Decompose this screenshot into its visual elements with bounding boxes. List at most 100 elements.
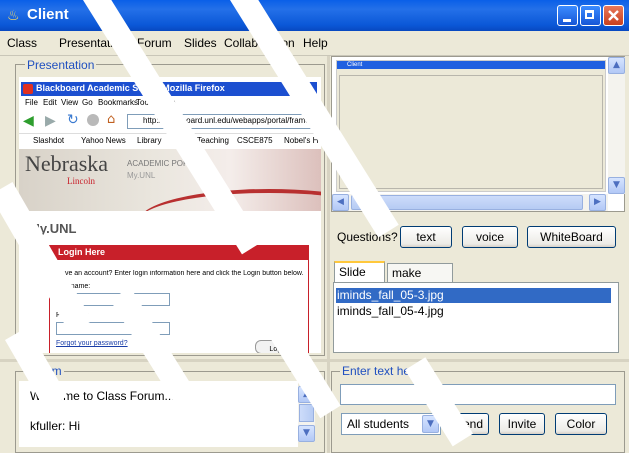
portal-subtitle: My.UNL xyxy=(127,171,156,180)
portal-logo: Nebraska xyxy=(25,151,109,176)
bookmark-item: CSCE875 xyxy=(237,136,273,145)
tab-slide-list[interactable]: Slide list xyxy=(334,261,385,297)
back-icon: ◀ xyxy=(23,113,34,129)
menu-slides[interactable]: Slides xyxy=(184,36,217,50)
bookmark-item: Slashdot xyxy=(33,136,65,145)
color-button[interactable]: Color xyxy=(555,413,607,435)
menu-collaboration[interactable]: Collaboration xyxy=(224,36,295,50)
forgot-password-link: Forgot your password? xyxy=(56,340,128,347)
browser-title-bar: Blackboard Academic Suite - Mozilla Fire… xyxy=(21,82,317,96)
close-icon xyxy=(608,10,619,21)
forum-messages: Welcome to Class Forum... kfuller: Hi xyxy=(19,381,298,447)
forward-icon: ▶ xyxy=(45,113,56,129)
forum-message: kfuller: Hi xyxy=(30,419,81,433)
close-button[interactable] xyxy=(603,5,624,26)
scroll-up-button[interactable]: ▲ xyxy=(298,386,315,403)
preview-vertical-scrollbar[interactable]: ▲ ▼ xyxy=(608,57,625,194)
browser-menu-item: View xyxy=(61,98,79,107)
login-box: Login Here Have an account? Enter login … xyxy=(49,245,309,353)
preview-panel: Client ▲ ▼ ◀ ▶ xyxy=(331,56,625,212)
login-header: Login Here xyxy=(50,246,308,260)
vertical-divider[interactable] xyxy=(327,56,330,453)
bookmark-item: Yahoo News xyxy=(81,136,126,145)
password-field xyxy=(56,322,170,335)
browser-menu-item: Bookmarks xyxy=(98,98,139,107)
username-field xyxy=(56,293,170,306)
questions-label: Questions? xyxy=(337,230,398,244)
login-button-label: Login xyxy=(269,346,287,353)
maximize-icon xyxy=(585,10,594,19)
home-icon: ⌂ xyxy=(107,112,116,127)
portal-title: ACADEMIC PORTAL xyxy=(127,159,203,168)
horizontal-divider[interactable] xyxy=(0,359,629,362)
preview-title: Client xyxy=(347,62,363,68)
browser-icon xyxy=(23,84,33,94)
browser-menu-item: Tools xyxy=(136,98,155,107)
username-label: Username: xyxy=(56,283,91,290)
scroll-up-button[interactable]: ▲ xyxy=(608,57,625,74)
browser-menu-item: Help xyxy=(159,98,176,107)
preview-thumbnail: Client xyxy=(336,60,606,192)
url-text: http://blackboard.unl.edu/webapps/portal… xyxy=(143,116,310,125)
window-title: Client xyxy=(27,6,69,23)
portal-banner: Nebraska Lincoln ACADEMIC PORTAL My.UNL xyxy=(19,149,321,211)
preview-title-bar: Client xyxy=(337,61,605,69)
forum-scrollbar[interactable]: ▲ ▼ xyxy=(298,386,315,442)
browser-menu: File Edit View Go Bookmarks Tools Help xyxy=(19,98,321,110)
preview-content xyxy=(339,75,603,189)
maximize-button[interactable] xyxy=(580,5,601,26)
scroll-thumb[interactable] xyxy=(299,404,314,422)
scroll-down-button[interactable]: ▼ xyxy=(298,425,315,442)
menu-help[interactable]: Help xyxy=(303,36,328,50)
window-title-bar[interactable]: ♨ Client xyxy=(0,0,629,31)
menu-presentation[interactable]: Presentation xyxy=(59,36,126,50)
recipient-select[interactable]: All students ▼ xyxy=(341,413,441,435)
browser-title: Blackboard Academic Suite - Mozilla Fire… xyxy=(36,83,225,93)
menu-class[interactable]: Class xyxy=(7,36,37,50)
reload-icon: ↻ xyxy=(67,112,79,128)
slide-list: iminds_fall_05-3.jpg iminds_fall_05-4.jp… xyxy=(333,282,619,353)
menu-forum[interactable]: Forum xyxy=(137,36,172,50)
minimize-button[interactable] xyxy=(557,5,578,26)
forum-message: Welcome to Class Forum... xyxy=(30,389,175,403)
url-bar: http://blackboard.unl.edu/webapps/portal… xyxy=(127,114,321,129)
browser-menu-item: File xyxy=(25,98,38,107)
bookmark-item: Nobel's Hon xyxy=(284,136,321,145)
login-instructions: Have an account? Enter login information… xyxy=(56,270,304,277)
scroll-down-button[interactable]: ▼ xyxy=(608,177,625,194)
whiteboard-button[interactable]: WhiteBoard xyxy=(527,226,616,248)
recipient-value: All students xyxy=(347,417,410,431)
slide-list-item[interactable]: iminds_fall_05-4.jpg xyxy=(336,304,611,319)
browser-menu-item: Edit xyxy=(43,98,57,107)
presentation-label: Presentation xyxy=(25,58,97,72)
chat-label: Enter text here xyxy=(340,364,423,378)
chat-input[interactable] xyxy=(340,384,616,405)
voice-question-button[interactable]: voice xyxy=(462,226,518,248)
tab-make-notes[interactable]: make notes xyxy=(387,263,453,298)
send-button[interactable]: Send xyxy=(449,413,489,435)
scroll-right-button[interactable]: ▶ xyxy=(589,194,606,211)
bookmark-item: Sch Teaching xyxy=(181,136,229,145)
scroll-left-button[interactable]: ◀ xyxy=(332,194,349,211)
scroll-thumb[interactable] xyxy=(351,195,583,210)
login-button: Login xyxy=(255,340,301,353)
password-label: Password: xyxy=(56,312,89,319)
portal-swoosh xyxy=(139,189,321,211)
app-icon: ♨ xyxy=(7,8,20,24)
bookmark-item: Library xyxy=(137,136,162,145)
forum-label: Forum xyxy=(25,364,64,378)
slide-list-item[interactable]: iminds_fall_05-3.jpg xyxy=(336,288,611,303)
menu-bar: Class Presentation Forum Slides Collabor… xyxy=(0,31,629,56)
stop-icon xyxy=(87,114,99,126)
chevron-down-icon[interactable]: ▼ xyxy=(422,415,439,433)
text-question-button[interactable]: text xyxy=(400,226,452,248)
minimize-icon xyxy=(563,19,571,22)
invite-button[interactable]: Invite xyxy=(499,413,545,435)
portal-logo-sub: Lincoln xyxy=(67,176,95,186)
page-heading: My.UNL xyxy=(29,221,77,236)
login-header-text: Login Here xyxy=(58,247,106,257)
presentation-slide: Blackboard Academic Suite - Mozilla Fire… xyxy=(19,77,321,353)
bookmarks-bar: Slashdot Yahoo News Library Sch Teaching… xyxy=(19,133,321,147)
preview-horizontal-scrollbar[interactable]: ◀ ▶ xyxy=(332,194,608,211)
browser-menu-item: Go xyxy=(82,98,93,107)
